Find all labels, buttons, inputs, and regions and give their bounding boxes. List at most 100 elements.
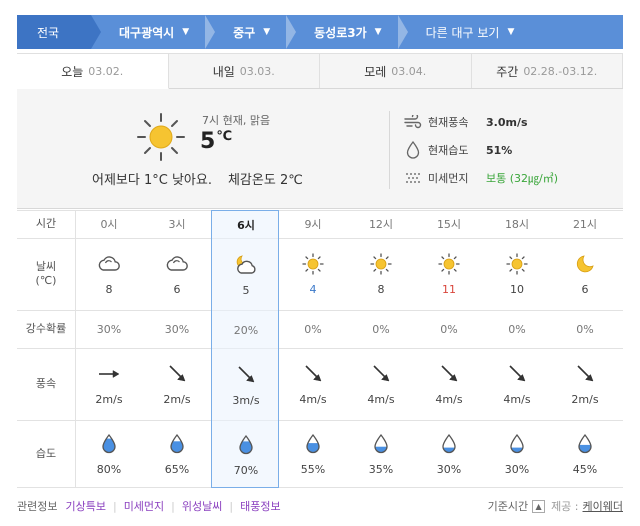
hour-wind: 4m/s	[415, 348, 483, 420]
southeast-arrow-icon	[572, 363, 598, 385]
hour-column[interactable]: 21시 6 0% 2m/s 45%	[551, 210, 619, 488]
tab-label: 모레	[364, 64, 387, 79]
hour-humidity: 70%	[212, 421, 280, 489]
row-label-time: 시간	[35, 217, 57, 230]
tab-day-after[interactable]: 모레 03.04.	[320, 53, 472, 88]
hour-weather: 8	[75, 238, 143, 310]
divider	[389, 111, 390, 189]
tab-label: 오늘	[61, 64, 84, 79]
hour-temp: 8	[105, 282, 113, 296]
hour-column[interactable]: 18시 10 0% 4m/s 30%	[483, 210, 551, 488]
hour-time: 0시	[100, 218, 118, 231]
breadcrumb-separator	[91, 15, 101, 49]
tab-label: 내일	[212, 64, 235, 79]
stat-wind: 현재풍속 3.0m/s	[404, 113, 528, 131]
breadcrumb-item-dong[interactable]: 동성로3가 ▼	[296, 15, 397, 49]
southeast-arrow-icon	[368, 363, 394, 385]
hour-column[interactable]: 3시 6 30% 2m/s 65%	[143, 210, 211, 488]
hour-temp: 6	[581, 282, 589, 296]
chevron-down-icon: ▼	[374, 27, 382, 37]
hour-humidity-value: 65%	[164, 462, 190, 476]
chevron-up-icon[interactable]: ▲	[532, 499, 546, 513]
hour-column[interactable]: 6시 5 20% 3m/s 70%	[211, 210, 279, 488]
cloud-icon	[164, 253, 190, 275]
hour-wind-speed: 2m/s	[95, 392, 123, 406]
footer: 관련정보 기상특보 | 미세먼지 | 위성날씨 | 태풍정보 기준시간 ▲ 제공…	[17, 497, 623, 515]
chevron-down-icon: ▼	[507, 27, 515, 37]
breadcrumb-label: 중구	[233, 25, 256, 40]
hour-wind-speed: 4m/s	[367, 392, 395, 406]
hour-humidity: 65%	[143, 420, 211, 488]
hour-column[interactable]: 0시 8 30% 2m/s 80%	[75, 210, 143, 488]
hour-humidity-value: 30%	[504, 462, 530, 476]
southeast-arrow-icon	[233, 364, 259, 386]
tab-tomorrow[interactable]: 내일 03.03.	[168, 53, 320, 88]
breadcrumb-label: 대구광역시	[119, 25, 175, 40]
row-label-pop: 강수확률	[25, 322, 67, 335]
hour-temp: 5	[242, 283, 250, 297]
hour-column[interactable]: 15시 11 0% 4m/s 30%	[415, 210, 483, 488]
hour-column[interactable]: 9시 4 0% 4m/s 55%	[279, 210, 347, 488]
hour-weather: 5	[212, 239, 280, 311]
hour-wind-speed: 4m/s	[503, 392, 531, 406]
hour-weather: 6	[143, 238, 211, 310]
sun-icon	[436, 252, 462, 275]
hour-time: 21시	[572, 218, 598, 231]
hour-wind: 2m/s	[551, 348, 619, 420]
east-arrow-icon	[96, 363, 122, 385]
hour-time: 3시	[168, 218, 186, 231]
link-weather-warning[interactable]: 기상특보	[65, 498, 105, 514]
hour-wind-speed: 4m/s	[435, 392, 463, 406]
stat-value: 51%	[486, 143, 513, 157]
breadcrumb-separator	[286, 15, 297, 49]
hour-wind-speed: 2m/s	[163, 392, 191, 406]
dust-icon	[404, 169, 422, 187]
hour-wind: 4m/s	[483, 348, 551, 420]
hour-weather: 11	[415, 238, 483, 310]
hour-humidity: 45%	[551, 420, 619, 488]
current-weather-panel: 7시 현재, 맑음 5℃ 어제보다 1°C 낮아요. 체감온도 2℃ 현재풍속 3…	[17, 89, 623, 209]
breadcrumb-item-national[interactable]: 전국	[17, 15, 91, 49]
chevron-down-icon: ▼	[263, 27, 271, 37]
row-label-wind: 풍속	[35, 377, 57, 390]
base-time-label: 기준시간	[487, 500, 529, 513]
link-satellite[interactable]: 위성날씨	[182, 498, 222, 514]
moon-icon	[572, 253, 598, 275]
hour-weather: 4	[279, 238, 347, 310]
hour-humidity: 30%	[415, 420, 483, 488]
stat-value: 3.0m/s	[486, 115, 528, 129]
stat-dust: 미세먼지 보통 (32㎍/㎥)	[404, 169, 558, 187]
breadcrumb-item-other[interactable]: 다른 대구 보기 ▼	[408, 15, 531, 49]
stat-humidity: 현재습도 51%	[404, 141, 512, 159]
hour-pop: 0%	[304, 322, 322, 336]
hour-pop: 30%	[96, 322, 122, 336]
tab-label: 주간	[496, 64, 519, 79]
temp-unit: ℃	[216, 129, 233, 144]
footer-right: 기준시간 ▲ 제공 : 케이웨더	[488, 498, 623, 514]
hour-weather: 10	[483, 238, 551, 310]
source-link[interactable]: 케이웨더	[583, 498, 623, 514]
southeast-arrow-icon	[436, 363, 462, 385]
breadcrumb-item-city[interactable]: 대구광역시 ▼	[101, 15, 205, 49]
hour-time: 6시	[237, 219, 255, 232]
hour-humidity-value: 70%	[233, 463, 259, 477]
tab-today[interactable]: 오늘 03.02.	[17, 53, 169, 89]
separator: |	[229, 499, 234, 513]
tab-weekly[interactable]: 주간 02.28.-03.12.	[471, 53, 623, 88]
row-label-unit: (℃)	[35, 274, 57, 287]
day-tabs: 오늘 03.02. 내일 03.03. 모레 03.04. 주간 02.28.-03.1…	[17, 53, 623, 89]
temp-comparison: 어제보다 1°C 낮아요. 체감온도 2℃	[92, 169, 303, 188]
water-drop-icon	[404, 141, 422, 159]
hour-temp: 6	[173, 282, 181, 296]
hour-column[interactable]: 12시 8 0% 4m/s 35%	[347, 210, 415, 488]
hour-wind: 3m/s	[212, 349, 280, 421]
sun-icon	[137, 113, 185, 161]
row-label-text: 날씨	[35, 260, 57, 273]
cloud-icon	[96, 253, 122, 275]
hour-humidity-value: 55%	[300, 462, 326, 476]
link-fine-dust[interactable]: 미세먼지	[124, 498, 164, 514]
breadcrumb-item-district[interactable]: 중구 ▼	[215, 15, 286, 49]
hourly-forecast-table: 시간 날씨 (℃) 강수확률 풍속 습도 0시 8 30% 2m/s 80% 3시 6 30%…	[17, 210, 623, 488]
link-typhoon[interactable]: 태풍정보	[240, 498, 280, 514]
water-drop-icon	[368, 433, 394, 455]
